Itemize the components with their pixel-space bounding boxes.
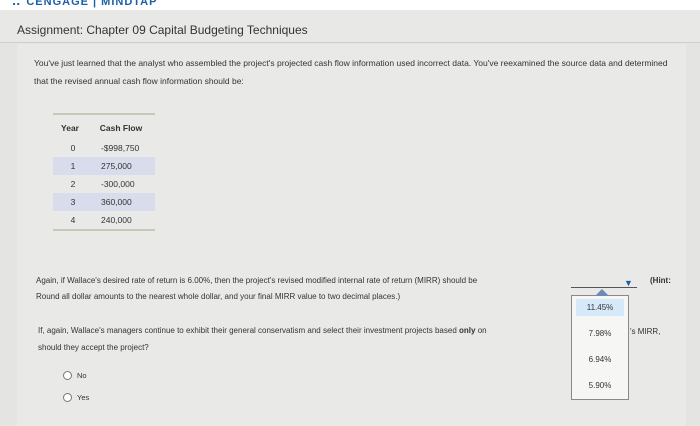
radio-button-icon[interactable] xyxy=(63,371,72,380)
accept-question-text: If, again, Wallace's managers continue t… xyxy=(38,326,460,335)
year-cell: 0 xyxy=(70,143,76,153)
assignment-title: Assignment: Chapter 09 Capital Budgeting… xyxy=(17,23,308,37)
year-header: Year xyxy=(53,113,93,139)
cash-flow-cell: -$998,750 xyxy=(101,143,140,153)
table-row: 1 275,000 xyxy=(53,157,155,175)
table-row: 4 240,000 xyxy=(53,211,155,231)
top-bar: ⁚⁚ CENGAGE | MINDTAP xyxy=(0,0,700,10)
cash-flow-cell: 275,000 xyxy=(101,161,132,171)
accept-question-text-end: on xyxy=(475,326,487,335)
accept-question-line2: should they accept the project? xyxy=(38,343,149,352)
answer-choice-label: Yes xyxy=(77,393,90,402)
dropdown-caret-icon xyxy=(595,289,609,296)
mirr-question: Again, if Wallace's desired rate of retu… xyxy=(36,273,576,305)
intro-text: You've just learned that the analyst who… xyxy=(34,58,668,86)
dropdown-option[interactable]: 6.94% xyxy=(576,351,624,368)
year-cell: 3 xyxy=(70,197,76,207)
cash-flow-cell: 240,000 xyxy=(93,211,155,231)
brand-logo: ⁚⁚ CENGAGE | MINDTAP xyxy=(12,0,157,8)
year-cell: 1 xyxy=(70,161,76,171)
cash-flow-cell: -300,000 xyxy=(101,179,135,189)
year-cell: 2 xyxy=(70,179,76,189)
answer-choice-label: No xyxy=(77,371,87,380)
mirr-question-text: Again, if Wallace's desired rate of retu… xyxy=(36,276,478,285)
radio-button-icon[interactable] xyxy=(63,393,72,402)
accept-question-tail: 's MIRR, xyxy=(630,327,661,336)
year-cell: 4 xyxy=(53,211,93,231)
accept-question-line1: If, again, Wallace's managers continue t… xyxy=(38,322,573,339)
cash-flow-cell: 360,000 xyxy=(101,197,132,207)
dropdown-option[interactable]: 5.90% xyxy=(576,377,624,394)
answer-choice-no[interactable]: No xyxy=(63,371,87,380)
dropdown-option[interactable]: 11.45% xyxy=(576,299,624,316)
dropdown-option[interactable]: 7.98% xyxy=(576,325,624,342)
cash-flow-header: Cash Flow xyxy=(93,113,155,139)
table-row: 2 -300,000 xyxy=(53,175,155,193)
accept-question-bold: only xyxy=(459,326,476,335)
dropdown-arrow-icon[interactable]: ▼ xyxy=(624,278,633,288)
accept-question: If, again, Wallace's managers continue t… xyxy=(38,322,573,356)
cash-flow-table: Year Cash Flow 0 -$998,750 1 275,000 2 -… xyxy=(53,113,155,231)
table-row: 3 360,000 xyxy=(53,193,155,211)
mirr-dropdown-menu[interactable]: 11.45% 7.98% 6.94% 5.90% xyxy=(571,289,629,400)
rounding-note: Round all dollar amounts to the nearest … xyxy=(36,292,401,301)
cengage-dots-icon: ⁚⁚ xyxy=(12,0,21,8)
answer-choice-yes[interactable]: Yes xyxy=(63,393,89,402)
brand-text: CENGAGE | MINDTAP xyxy=(26,0,158,8)
table-row: 0 -$998,750 xyxy=(53,139,155,157)
hint-label: (Hint: xyxy=(650,276,671,285)
